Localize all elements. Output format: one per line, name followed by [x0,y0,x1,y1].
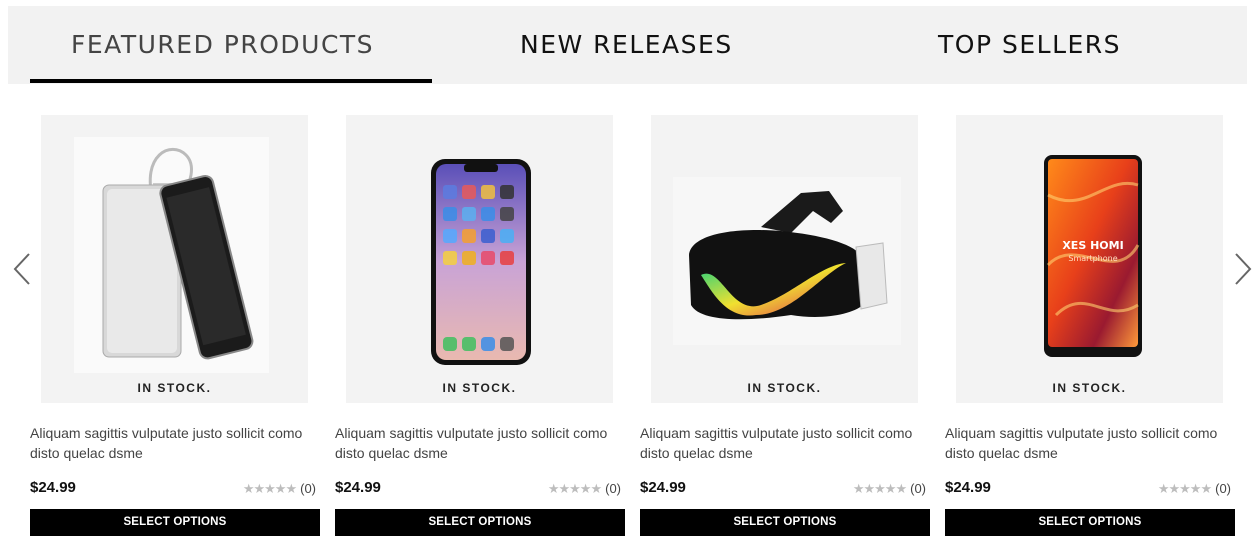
product-title-link[interactable]: Aliquam sagittis vulputate justo sollici… [30,423,322,463]
carousel-prev-button[interactable] [12,252,32,286]
product-price: $24.99 [335,479,381,496]
product-price: $24.99 [640,479,686,496]
select-options-button[interactable]: SELECT OPTIONS [640,509,930,536]
product-price: $24.99 [30,479,76,496]
rating-stars-icon: ★★★★★ [852,481,907,496]
product-card: IN STOCK. Aliquam sagittis vulputate jus… [640,115,930,537]
active-tab-underline [30,79,432,83]
product-card: IN STOCK. Aliquam sagittis vulputate jus… [335,115,625,537]
vr-headset-image [673,177,901,345]
product-card: XES HOMI Smartphone IN STOCK. Aliquam sa… [945,115,1235,537]
review-count: (0) [300,481,316,496]
image-brand-text: XES HOMI [1062,239,1123,252]
stock-status: IN STOCK. [442,381,517,395]
tab-top-sellers[interactable]: TOP SELLERS [938,6,1121,84]
product-title-link[interactable]: Aliquam sagittis vulputate justo sollici… [335,423,627,463]
power-bank-phone-image [74,137,269,373]
xes-homi-smartphone-image: XES HOMI Smartphone [1044,155,1142,357]
product-price: $24.99 [945,479,991,496]
smartphone-image [431,159,531,365]
tab-new-releases[interactable]: NEW RELEASES [520,6,733,84]
product-title-link[interactable]: Aliquam sagittis vulputate justo sollici… [640,423,932,463]
chevron-right-icon [1235,253,1252,285]
review-count: (0) [605,481,621,496]
product-tabs: FEATURED PRODUCTS NEW RELEASES TOP SELLE… [8,6,1247,84]
rating-stars-icon: ★★★★★ [1157,481,1212,496]
review-count: (0) [1215,481,1231,496]
product-rating: ★★★★★ (0) [243,481,316,497]
image-brand-subtext: Smartphone [1068,254,1117,263]
stock-status: IN STOCK. [1052,381,1127,395]
select-options-button[interactable]: SELECT OPTIONS [945,509,1235,536]
product-title-link[interactable]: Aliquam sagittis vulputate justo sollici… [945,423,1237,463]
rating-stars-icon: ★★★★★ [547,481,602,496]
product-image-link[interactable] [651,115,918,403]
stock-status: IN STOCK. [137,381,212,395]
carousel-next-button[interactable] [1233,252,1253,286]
chevron-left-icon [13,253,30,285]
product-rating: ★★★★★ (0) [548,481,621,497]
product-rating: ★★★★★ (0) [1158,481,1231,497]
product-card: IN STOCK. Aliquam sagittis vulputate jus… [30,115,320,537]
stock-status: IN STOCK. [747,381,822,395]
tab-featured-products[interactable]: FEATURED PRODUCTS [71,6,374,84]
select-options-button[interactable]: SELECT OPTIONS [30,509,320,536]
select-options-button[interactable]: SELECT OPTIONS [335,509,625,536]
product-image-link[interactable] [346,115,613,403]
product-image-link[interactable]: XES HOMI Smartphone [956,115,1223,403]
product-rating: ★★★★★ (0) [853,481,926,497]
review-count: (0) [910,481,926,496]
rating-stars-icon: ★★★★★ [242,481,297,496]
product-image-link[interactable] [41,115,308,403]
